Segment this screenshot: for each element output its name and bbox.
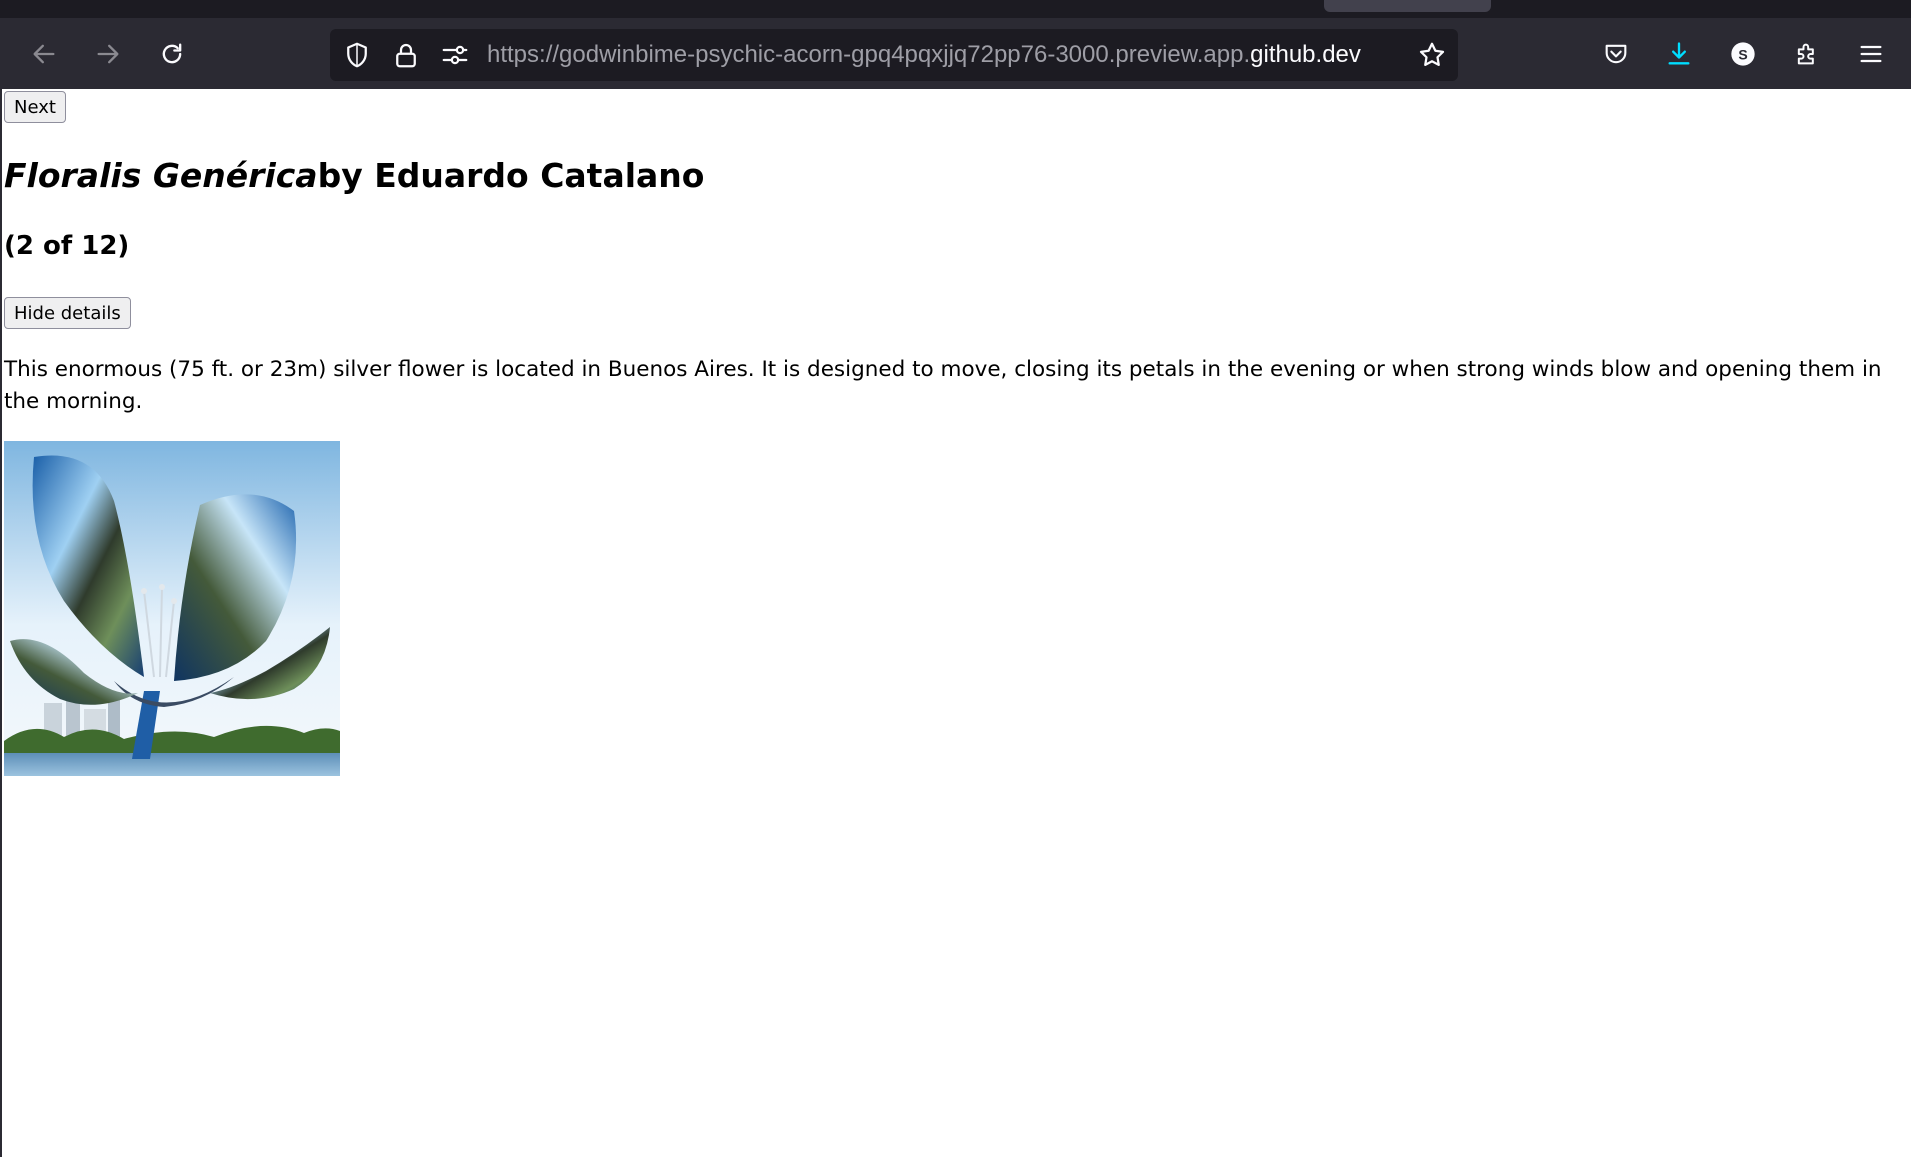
puzzle-icon — [1797, 43, 1814, 65]
hamburger-menu-icon — [1860, 45, 1882, 63]
back-button[interactable] — [26, 36, 62, 72]
extensions-button[interactable] — [1789, 36, 1825, 72]
profile-initial: S — [1738, 46, 1747, 62]
shield-icon[interactable] — [342, 40, 372, 70]
page-title: Floralis Genéricaby Eduardo Catalano — [4, 156, 704, 195]
pocket-button[interactable] — [1598, 36, 1634, 72]
lock-icon[interactable] — [391, 40, 421, 70]
app-menu-button[interactable] — [1853, 36, 1889, 72]
account-button[interactable]: S — [1725, 36, 1761, 72]
browser-toolbar: https://godwinbime-psychic-acorn-gpq4pqx… — [0, 0, 1911, 89]
arrow-left-icon — [33, 44, 55, 64]
reload-icon — [162, 43, 182, 64]
hide-details-button[interactable]: Hide details — [4, 297, 131, 329]
star-icon[interactable] — [1417, 40, 1447, 70]
sliders-icon[interactable] — [440, 40, 470, 70]
avatar: S — [1731, 42, 1755, 66]
download-icon — [1668, 42, 1690, 65]
url-prefix: https://godwinbime-psychic-acorn-gpq4pqx… — [487, 41, 1251, 68]
arrow-right-icon — [97, 44, 119, 64]
downloads-button[interactable] — [1661, 36, 1697, 72]
gallery-counter: (2 of 12) — [4, 231, 130, 261]
url-domain: github.dev — [1250, 41, 1361, 68]
artist-byline: by Eduardo Catalano — [317, 156, 705, 195]
reload-button[interactable] — [154, 36, 190, 72]
pocket-icon — [1605, 44, 1627, 64]
artwork-image — [4, 441, 340, 776]
page-content: Next Floralis Genéricaby Eduardo Catalan… — [0, 89, 1911, 1157]
tab-strip-indicator — [1324, 0, 1491, 12]
artwork-name: Floralis Genérica — [4, 156, 318, 195]
address-bar[interactable]: https://godwinbime-psychic-acorn-gpq4pqx… — [330, 29, 1458, 81]
url-text[interactable]: https://godwinbime-psychic-acorn-gpq4pqx… — [487, 29, 1361, 81]
next-button[interactable]: Next — [4, 91, 66, 123]
artwork-description: This enormous (75 ft. or 23m) silver flo… — [4, 357, 1882, 414]
forward-button[interactable] — [90, 36, 126, 72]
